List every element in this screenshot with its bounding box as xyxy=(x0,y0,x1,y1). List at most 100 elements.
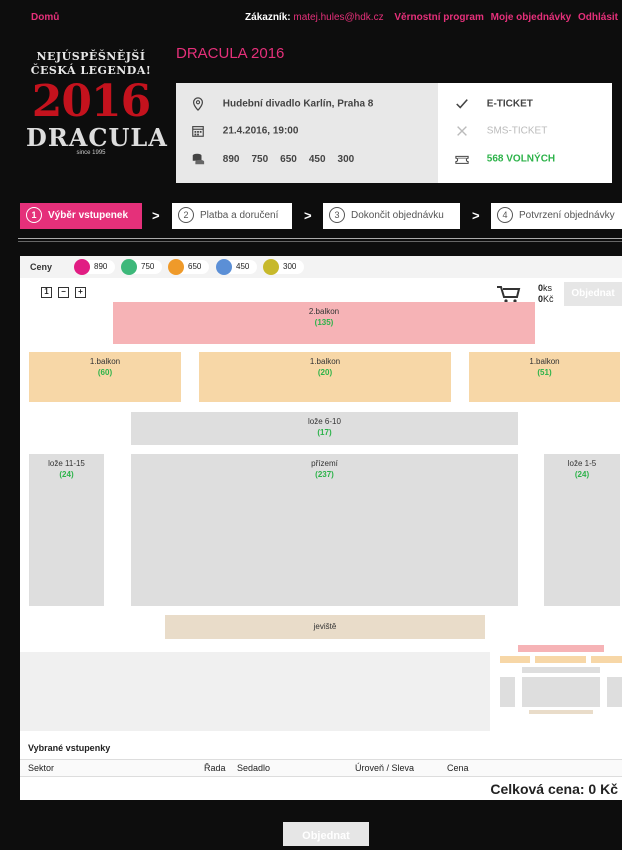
section-name: 1.balkon xyxy=(529,357,560,366)
price-filter-label: 300 xyxy=(283,262,297,271)
zoom-out-button[interactable]: − xyxy=(58,287,69,298)
seat-minimap[interactable] xyxy=(492,628,622,731)
col-sector: Sektor xyxy=(28,763,55,773)
col-seat: Sedadlo xyxy=(237,763,271,773)
stage-label: jeviště xyxy=(313,622,337,631)
price-value: 450 xyxy=(308,153,326,165)
date-row: 21.4.2016, 19:00 xyxy=(190,124,298,138)
selected-tickets: Vybrané vstupenky Sektor Řada Sedadlo Úr… xyxy=(20,731,622,800)
price-legend-label: Ceny xyxy=(30,262,53,272)
minimap-balkon-1-right xyxy=(591,656,622,663)
logo-line1: NEJÚSPĚŠNĚJŠÍ xyxy=(36,50,146,63)
total-price: Celková cena: 0 Kč xyxy=(490,781,618,797)
section-balkon-2[interactable]: 2.balkon (135) xyxy=(113,302,535,344)
section-count: (20) xyxy=(317,368,333,377)
step-label: Platba a doručení xyxy=(200,210,279,221)
top-bar: Domů Zákazník: matej.hules@hdk.cz Věrnos… xyxy=(0,0,622,26)
home-link[interactable]: Domů xyxy=(31,12,59,23)
cross-icon xyxy=(457,126,467,136)
minimap-loze-11-15 xyxy=(500,677,515,707)
cart-count-unit: ks xyxy=(543,283,553,293)
ticket-icon xyxy=(455,155,469,164)
minimap-balkon-2 xyxy=(518,645,604,652)
step-number: 3 xyxy=(329,207,345,224)
datetime-text: 21.4.2016, 19:00 xyxy=(222,125,299,137)
minimap-balkon-1-middle xyxy=(535,656,586,663)
event-title: DRACULA 2016 xyxy=(176,45,285,62)
minimap-balkon-1-left xyxy=(500,656,530,663)
minimap-prizemi xyxy=(522,677,600,707)
order-button[interactable]: Objednat xyxy=(283,822,369,846)
section-loze-1-5[interactable]: lože 1-5 (24) xyxy=(544,454,620,606)
event-logo: NEJÚSPĚŠNĚJŠÍ ČESKÁ LEGENDA! 2016 DRACUL… xyxy=(26,50,167,180)
coins-icon xyxy=(192,153,205,165)
price-color-dot xyxy=(216,259,232,275)
loyalty-link[interactable]: Věrnostní program xyxy=(394,12,483,23)
free-seats-row: 568 VOLNÝCH xyxy=(454,152,555,166)
section-balkon-1-right[interactable]: 1.balkon (51) xyxy=(469,352,620,402)
section-count: (135) xyxy=(314,318,334,327)
section-balkon-1-middle[interactable]: 1.balkon (20) xyxy=(199,352,451,402)
section-name: 1.balkon xyxy=(309,357,341,366)
col-price: Cena xyxy=(447,763,469,773)
section-name: 2.balkon xyxy=(308,307,340,316)
price-filter-label: 450 xyxy=(236,262,250,271)
cart-order-button[interactable]: Objednat xyxy=(564,282,622,306)
divider xyxy=(18,241,622,242)
step-order-confirmation[interactable]: 4 Potvrzení objednávky xyxy=(491,203,622,229)
stage: jeviště xyxy=(165,615,485,639)
price-value: 750 xyxy=(251,153,269,165)
price-filter-label: 750 xyxy=(141,262,155,271)
cart-price-unit: Kč xyxy=(543,294,554,304)
section-name: přízemí xyxy=(311,459,338,468)
customer-label: Zákazník: xyxy=(245,12,291,23)
free-seats-text: 568 VOLNÝCH xyxy=(486,153,556,165)
section-count: (24) xyxy=(59,470,74,479)
smsticket-label: SMS-TICKET xyxy=(486,125,548,137)
zoom-reset-button[interactable]: 1 xyxy=(41,287,52,298)
price-filter-890[interactable]: 890 xyxy=(74,259,116,275)
step-payment-delivery[interactable]: 2 Platba a doručení xyxy=(172,203,292,229)
section-name: lože 11-15 xyxy=(48,459,85,468)
smsticket-row: SMS-TICKET xyxy=(454,124,547,138)
minimap-loze-6-10 xyxy=(522,667,600,673)
logout-link[interactable]: Odhlásit xyxy=(578,12,618,23)
section-count: (17) xyxy=(317,428,332,437)
section-loze-6-10[interactable]: lože 6-10 (17) xyxy=(131,412,518,445)
section-balkon-1-left[interactable]: 1.balkon (60) xyxy=(29,352,181,402)
price-filter-750[interactable]: 750 xyxy=(121,259,163,275)
eticket-row: E-TICKET xyxy=(454,97,533,111)
location-pin-icon xyxy=(193,97,203,111)
section-name: lože 6-10 xyxy=(308,417,341,426)
price-filter-label: 650 xyxy=(188,262,202,271)
cart-icon xyxy=(497,286,521,303)
divider xyxy=(18,238,622,239)
price-value: 300 xyxy=(337,153,355,165)
price-filter-450[interactable]: 450 xyxy=(216,259,258,275)
account-bar: Zákazník: matej.hules@hdk.cz Věrnostní p… xyxy=(245,12,618,23)
section-name: 1.balkon xyxy=(89,357,121,366)
price-color-dot xyxy=(74,259,90,275)
zoom-in-button[interactable]: + xyxy=(75,287,86,298)
venue-row: Hudební divadlo Karlín, Praha 8 xyxy=(190,97,373,111)
step-finish-order[interactable]: 3 Dokončit objednávku xyxy=(323,203,460,229)
section-count: (51) xyxy=(537,368,552,377)
section-loze-11-15[interactable]: lože 11-15 (24) xyxy=(29,454,104,606)
price-color-dot xyxy=(121,259,137,275)
customer-email[interactable]: matej.hules@hdk.cz xyxy=(293,12,383,23)
step-number: 4 xyxy=(497,207,513,224)
map-footer-area xyxy=(20,652,490,731)
cart-count: 0ks xyxy=(538,283,552,293)
step-label: Dokončit objednávku xyxy=(351,210,444,221)
step-number: 2 xyxy=(178,207,194,224)
price-filter-650[interactable]: 650 xyxy=(168,259,210,275)
price-filter-label: 890 xyxy=(94,262,108,271)
step-label: Výběr vstupenek xyxy=(48,210,129,221)
section-prizemi[interactable]: přízemí (237) xyxy=(131,454,518,606)
calendar-icon xyxy=(192,126,204,137)
minimap-loze-1-5 xyxy=(607,677,622,707)
step-select-tickets[interactable]: 1 Výběr vstupenek xyxy=(20,203,142,229)
my-orders-link[interactable]: Moje objednávky xyxy=(491,12,572,23)
price-filter-300[interactable]: 300 xyxy=(263,259,305,275)
cart-price: 0Kč xyxy=(538,294,554,304)
